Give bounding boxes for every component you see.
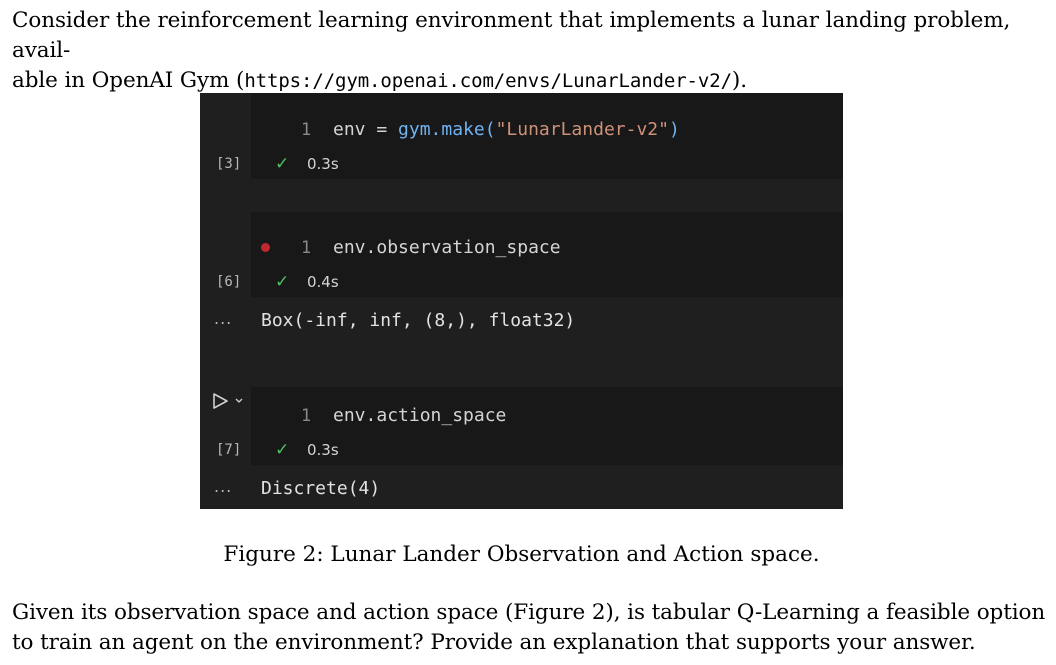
cell-1-exec-count: [3] — [216, 156, 242, 172]
cell-1-line-number: 1 — [301, 120, 312, 140]
cell-3-output: Discrete(4) — [261, 478, 381, 499]
cell-3-code-var: env — [333, 405, 366, 426]
cell-3-success-check-icon: ✓ — [275, 440, 290, 460]
cell-1-code-op: = — [365, 119, 399, 140]
cell-3-code-attr: .action_space — [365, 405, 507, 426]
gym-url: https://gym.openai.com/envs/LunarLander-… — [244, 70, 732, 92]
breakpoint-dot-icon[interactable] — [261, 243, 270, 252]
intro-paragraph: Consider the reinforcement learning envi… — [12, 6, 1046, 96]
cell-3-line-number: 1 — [301, 406, 312, 426]
cell-2-code: env.observation_space — [333, 237, 561, 258]
cell-2-output-more-icon[interactable]: ... — [214, 309, 232, 328]
cell-2-code-var: env — [333, 237, 366, 258]
question-line-1: Given its observation space and action s… — [12, 600, 1046, 625]
intro-line-2: able in OpenAI Gym (https://gym.openai.c… — [12, 66, 1046, 96]
cell-1-code-close: ) — [668, 119, 680, 140]
cell-2-code-attr: .observation_space — [365, 237, 561, 258]
cell-2-exec-count: [6] — [216, 274, 242, 290]
notebook-screenshot: 1 env = gym.make("LunarLander-v2") [3] ✓… — [200, 93, 843, 509]
cell-1-code-str: "LunarLander-v2" — [495, 119, 669, 140]
run-cell-icon[interactable] — [212, 391, 248, 411]
cell-2-success-check-icon: ✓ — [275, 272, 290, 292]
cell-2-duration: 0.4s — [307, 273, 339, 291]
cell-1-code-var: env — [333, 119, 366, 140]
question-line-2: to train an agent on the environment? Pr… — [12, 630, 976, 655]
cell-3-code: env.action_space — [333, 405, 506, 426]
cell-1-success-check-icon: ✓ — [275, 154, 290, 174]
code-cell-3-input[interactable] — [251, 387, 843, 465]
intro-line-2-suffix: ). — [731, 68, 747, 93]
cell-1-code: env = gym.make("LunarLander-v2") — [333, 119, 680, 140]
question-paragraph: Given its observation space and action s… — [12, 598, 1046, 658]
cell-3-exec-count: [7] — [216, 442, 242, 458]
intro-line-2-prefix: able in OpenAI Gym ( — [12, 68, 245, 93]
figure-caption: Figure 2: Lunar Lander Observation and A… — [223, 542, 820, 567]
intro-line-1: Consider the reinforcement learning envi… — [12, 8, 1011, 63]
cell-3-duration: 0.3s — [307, 441, 339, 459]
cell-1-duration: 0.3s — [307, 155, 339, 173]
cell-2-line-number: 1 — [301, 238, 312, 258]
cell-3-output-more-icon[interactable]: ... — [214, 477, 232, 496]
cell-2-output: Box(-inf, inf, (8,), float32) — [261, 310, 576, 331]
cell-1-code-fn: gym.make( — [398, 119, 496, 140]
